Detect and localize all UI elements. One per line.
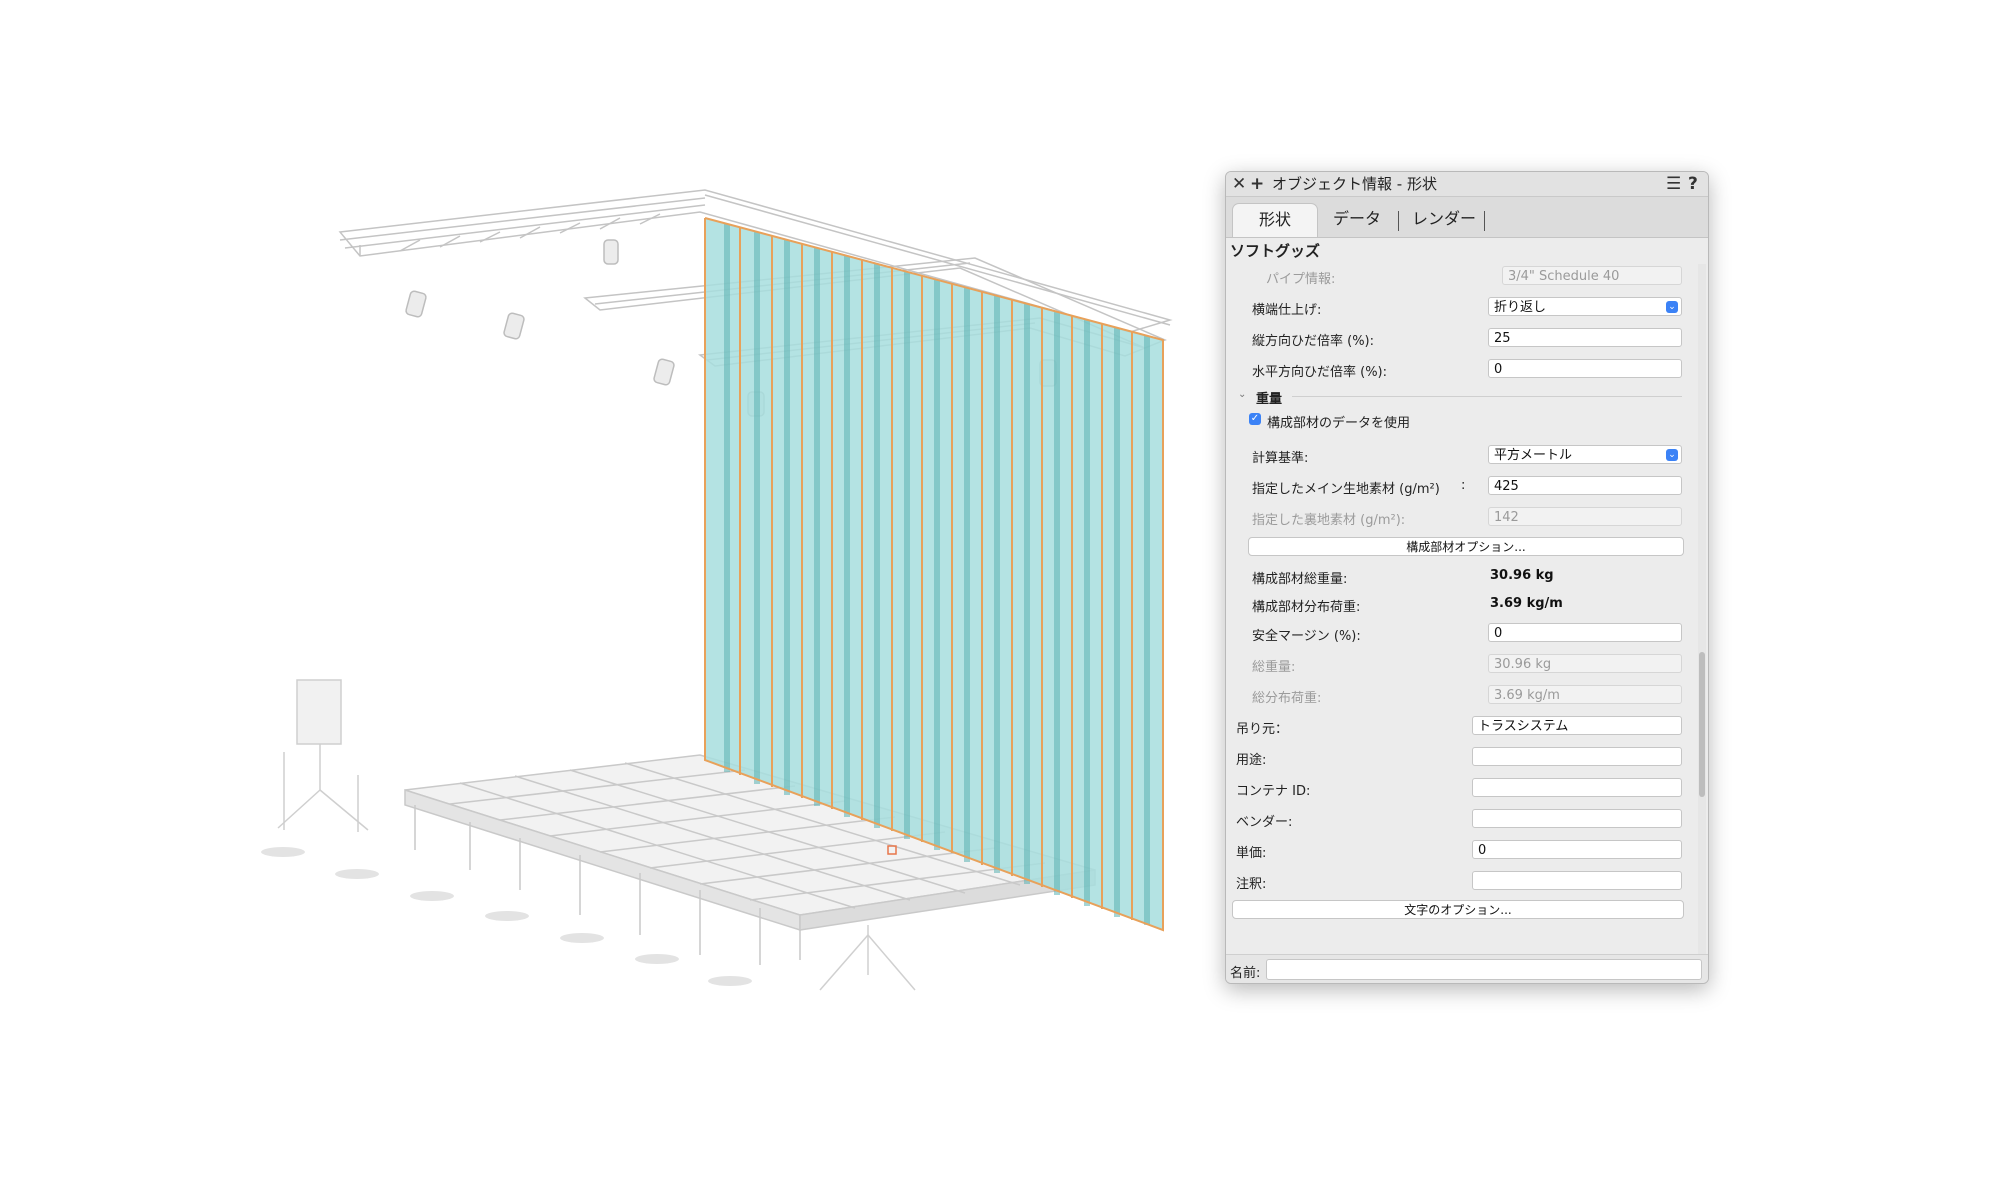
pipe-info-field: 3/4" Schedule 40: [1502, 266, 1682, 285]
safety-margin-field[interactable]: 0: [1488, 623, 1682, 642]
name-row: 名前:: [1226, 954, 1708, 983]
container-id-label: コンテナ ID:: [1236, 784, 1311, 799]
speaker-stand: [277, 679, 369, 832]
tab-render[interactable]: レンダー: [1402, 203, 1486, 236]
scrollbar-track[interactable]: [1698, 264, 1706, 954]
palette-title: オブジェクト情報 - 形状: [1272, 175, 1437, 193]
horizontal-fullness-label: 水平方向ひだ倍率 (%):: [1252, 365, 1388, 380]
palette-titlebar[interactable]: ✕ + オブジェクト情報 - 形状 ☰ ?: [1226, 172, 1708, 197]
calc-basis-label: 計算基準:: [1252, 451, 1309, 466]
object-info-palette: ✕ + オブジェクト情報 - 形状 ☰ ? 形状 データ レンダー ソフトグッズ…: [1225, 171, 1709, 984]
side-finish-value: 折り返し: [1494, 300, 1547, 315]
unit-price-label: 単価:: [1236, 846, 1267, 861]
horizontal-fullness-field[interactable]: 0: [1488, 359, 1682, 378]
lining-fabric-field: 142: [1488, 507, 1682, 526]
main-fabric-colon: :: [1461, 478, 1466, 493]
section-title: ソフトグッズ: [1230, 242, 1321, 260]
calc-basis-select[interactable]: 平方メートル ⌄: [1488, 445, 1682, 464]
chevron-down-icon[interactable]: ⌄: [1238, 389, 1246, 400]
dropdown-arrow-icon: ⌄: [1666, 301, 1678, 313]
properties-scroll-area[interactable]: パイプ情報: 3/4" Schedule 40 横端仕上げ: 折り返し ⌄ 縦方…: [1226, 264, 1692, 954]
total-weight-field: 30.96 kg: [1488, 654, 1682, 673]
lining-fabric-label: 指定した裏地素材 (g/m²):: [1252, 513, 1406, 528]
scrollbar-thumb[interactable]: [1699, 652, 1705, 797]
component-options-button[interactable]: 構成部材オプション...: [1248, 537, 1684, 556]
vertical-fullness-field[interactable]: 25: [1488, 328, 1682, 347]
vertical-fullness-label: 縦方向ひだ倍率 (%):: [1252, 334, 1375, 349]
calc-basis-value: 平方メートル: [1494, 448, 1573, 463]
main-fabric-label: 指定したメイン生地素材 (g/m²): [1252, 482, 1440, 497]
total-distributed-load-field: 3.69 kg/m: [1488, 685, 1682, 704]
group-divider: [1292, 396, 1682, 397]
tripod-stand: [819, 925, 916, 991]
component-total-weight-value: 30.96 kg: [1490, 568, 1554, 583]
main-fabric-field[interactable]: 425: [1488, 476, 1682, 495]
tab-separator: [1398, 211, 1399, 231]
side-finish-label: 横端仕上げ:: [1252, 303, 1322, 318]
component-distributed-load-label: 構成部材分布荷重:: [1252, 600, 1361, 615]
name-label: 名前:: [1230, 966, 1261, 981]
help-icon[interactable]: ?: [1688, 173, 1698, 195]
notes-field[interactable]: [1472, 871, 1682, 890]
name-field[interactable]: [1266, 959, 1702, 980]
tab-separator: [1484, 211, 1485, 231]
tab-shape[interactable]: 形状: [1232, 203, 1318, 237]
tab-data[interactable]: データ: [1322, 203, 1392, 236]
vendor-field[interactable]: [1472, 809, 1682, 828]
component-distributed-load-value: 3.69 kg/m: [1490, 596, 1563, 611]
purpose-field[interactable]: [1472, 747, 1682, 766]
vendor-label: ベンダー:: [1236, 815, 1293, 830]
drawing-viewport[interactable]: [0, 0, 1220, 1200]
unit-price-field[interactable]: 0: [1472, 840, 1682, 859]
component-total-weight-label: 構成部材総重量:: [1252, 572, 1348, 587]
tab-bar: 形状 データ レンダー: [1226, 197, 1708, 238]
stage-model-drawing: [261, 189, 1173, 991]
container-id-field[interactable]: [1472, 778, 1682, 797]
use-component-data-label: 構成部材のデータを使用: [1267, 416, 1411, 431]
total-weight-label: 総重量:: [1252, 660, 1296, 675]
notes-label: 注釈:: [1236, 877, 1267, 892]
hung-from-label: 吊り元：: [1236, 722, 1289, 737]
side-finish-select[interactable]: 折り返し ⌄: [1488, 297, 1682, 316]
safety-margin-label: 安全マージン (%):: [1252, 629, 1361, 644]
menu-icon[interactable]: ☰: [1666, 173, 1681, 195]
total-distributed-load-label: 総分布荷重:: [1252, 691, 1322, 706]
purpose-label: 用途:: [1236, 753, 1267, 768]
close-icon[interactable]: ✕: [1232, 173, 1246, 195]
expand-icon[interactable]: +: [1250, 173, 1264, 195]
use-component-data-checkbox[interactable]: ✓: [1249, 413, 1261, 425]
dropdown-arrow-icon: ⌄: [1666, 449, 1678, 461]
pipe-info-label: パイプ情報:: [1266, 272, 1336, 287]
hung-from-field[interactable]: トラスシステム: [1472, 716, 1682, 735]
text-options-button[interactable]: 文字のオプション...: [1232, 900, 1684, 919]
weight-group-header[interactable]: 重量: [1256, 388, 1282, 407]
